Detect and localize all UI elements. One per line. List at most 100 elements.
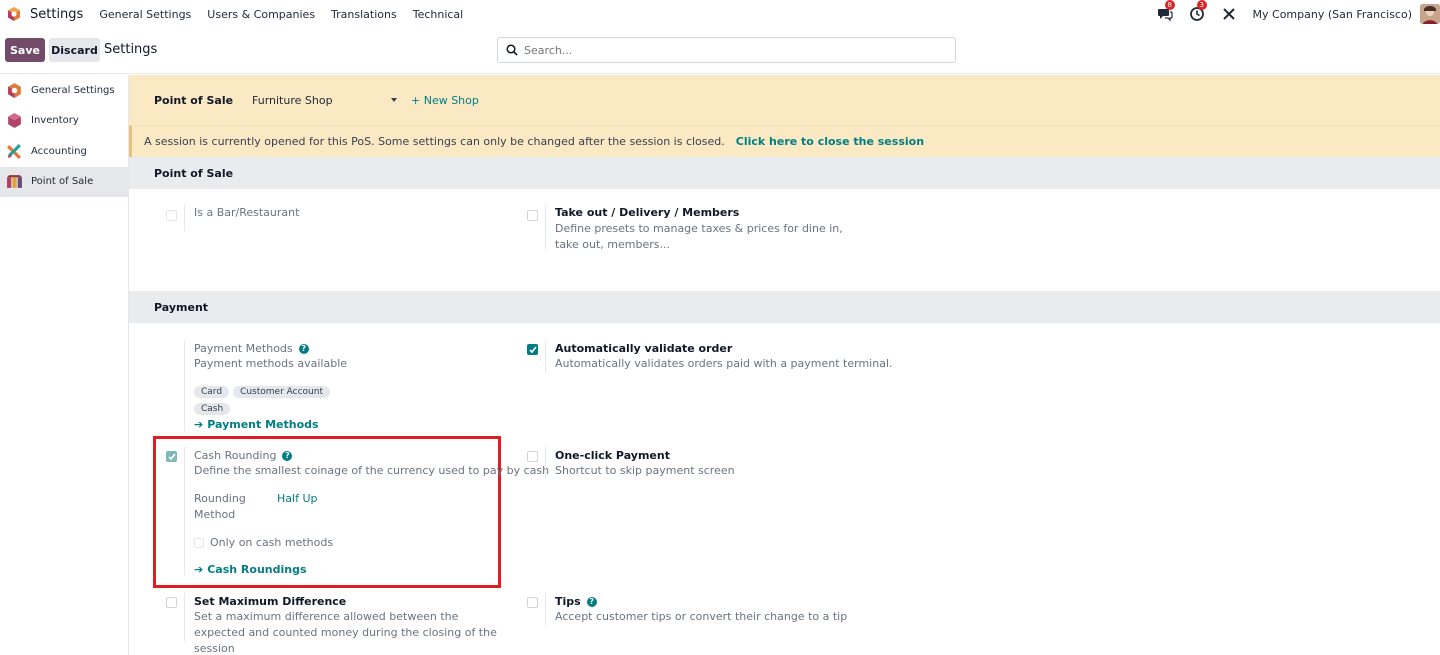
divider — [184, 593, 185, 641]
tag-card[interactable]: Card — [194, 386, 230, 398]
help-icon[interactable]: ? — [298, 344, 309, 354]
help-icon[interactable]: ? — [282, 451, 293, 461]
takeout-checkbox[interactable] — [527, 210, 538, 221]
search-input[interactable] — [524, 43, 944, 57]
setting-description: Define presets to manage taxes & prices … — [555, 222, 843, 251]
setting-title: Automatically validate order — [555, 342, 733, 355]
sidebar-item-label: Inventory — [31, 115, 79, 127]
pos-settings-grid: Is a Bar/Restaurant Take out / Delivery … — [129, 189, 1440, 291]
menu-general-settings[interactable]: General Settings — [99, 8, 191, 21]
rounding-method-label: Rounding Method — [194, 491, 246, 523]
max-difference-checkbox[interactable] — [166, 597, 177, 608]
arrow-right-icon: ➔ — [194, 563, 204, 576]
discard-button[interactable]: Discard — [49, 38, 100, 62]
setting-auto-validate: Automatically validate order Automatical… — [555, 342, 955, 372]
inventory-icon — [8, 113, 21, 129]
setting-bar-restaurant: Is a Bar/Restaurant — [194, 206, 299, 219]
session-notice-text: A session is currently opened for this P… — [144, 135, 725, 148]
setting-description: Payment methods available — [194, 357, 348, 370]
tips-title: Tips — [555, 595, 581, 608]
rounding-method-row: Rounding Method Half Up — [194, 491, 504, 523]
menu-technical[interactable]: Technical — [413, 8, 464, 21]
accounting-icon — [6, 143, 21, 159]
rounding-method-label-line1: Rounding — [194, 492, 246, 505]
divider — [545, 593, 546, 625]
save-button[interactable]: Save — [5, 38, 45, 62]
cash-rounding-checkbox[interactable] — [166, 451, 177, 462]
caret-down-icon — [391, 97, 397, 102]
setting-payment-methods: Payment Methods? Payment methods availab… — [194, 342, 514, 431]
payment-methods-link-label: Payment Methods — [207, 418, 319, 431]
sidebar-item-general-settings[interactable]: General Settings — [0, 75, 128, 105]
cash-roundings-link-label: Cash Roundings — [207, 563, 307, 576]
divider — [184, 447, 185, 575]
setting-title: Is a Bar/Restaurant — [194, 206, 300, 219]
setting-description: Automatically validates orders paid with… — [555, 357, 893, 370]
setting-description: Shortcut to skip payment screen — [555, 464, 735, 477]
section-payment: Payment — [129, 291, 1440, 323]
page-title: Settings — [104, 42, 158, 57]
odoo-logo-icon — [8, 82, 21, 98]
payment-settings-grid: Payment Methods? Payment methods availab… — [129, 323, 1440, 655]
tools-icon — [1222, 8, 1235, 20]
sidebar-item-point-of-sale[interactable]: Point of Sale — [0, 166, 128, 197]
close-session-link[interactable]: Click here to close the session — [736, 135, 924, 148]
tips-checkbox[interactable] — [527, 597, 538, 608]
only-cash-checkbox[interactable] — [194, 538, 204, 548]
payment-methods-link[interactable]: ➔ Payment Methods — [194, 418, 514, 431]
help-icon[interactable]: ? — [586, 597, 597, 607]
rounding-method-label-line2: Method — [194, 508, 236, 521]
tag-customer-account[interactable]: Customer Account — [233, 386, 330, 398]
rounding-method-value[interactable]: Half Up — [277, 491, 317, 507]
check-icon — [168, 453, 176, 461]
menu-users-companies[interactable]: Users & Companies — [207, 8, 315, 21]
user-avatar[interactable] — [1420, 4, 1440, 24]
one-click-checkbox[interactable] — [527, 451, 538, 462]
setting-tips: Tips? Accept customer tips or convert th… — [555, 595, 875, 625]
search-bar[interactable] — [497, 37, 956, 63]
arrow-right-icon: ➔ — [194, 418, 204, 431]
menu-translations[interactable]: Translations — [331, 8, 397, 21]
setting-one-click: One-click Payment Shortcut to skip payme… — [555, 449, 855, 479]
setting-cash-rounding: Cash Rounding? Define the smallest coina… — [194, 449, 550, 576]
payment-method-tags-row2: Cash — [194, 401, 514, 415]
company-switcher[interactable]: My Company (San Francisco) — [1253, 8, 1412, 21]
new-shop-link[interactable]: + New Shop — [411, 94, 479, 107]
shop-select[interactable]: Furniture Shop — [252, 94, 397, 107]
avatar-image-icon — [1420, 4, 1440, 24]
check-icon — [529, 346, 537, 354]
setting-description: Accept customer tips or convert their ch… — [555, 610, 848, 623]
divider — [545, 341, 546, 373]
cash-roundings-link[interactable]: ➔ Cash Roundings — [194, 563, 504, 576]
setting-title: One-click Payment — [555, 449, 670, 462]
sidebar-item-label: Point of Sale — [31, 176, 94, 188]
only-cash-row: Only on cash methods — [194, 535, 504, 551]
sidebar-item-accounting[interactable]: Accounting — [0, 136, 128, 166]
payment-method-tags: Card Customer Account — [194, 384, 334, 398]
debug-tools-button[interactable] — [1221, 6, 1237, 22]
setting-description: Define the smallest coinage of the curre… — [194, 464, 550, 477]
sidebar-item-label: General Settings — [31, 84, 115, 96]
activity-button[interactable]: 3 — [1189, 0, 1207, 22]
search-icon — [506, 44, 518, 56]
divider — [184, 341, 185, 431]
setting-title: Cash Rounding? — [194, 449, 504, 462]
setting-max-difference: Set Maximum Difference Set a maximum dif… — [194, 595, 504, 655]
control-panel: Save Discard Settings — [0, 28, 1440, 74]
auto-validate-checkbox[interactable] — [527, 344, 538, 355]
odoo-logo-icon[interactable] — [6, 6, 22, 22]
session-notice: A session is currently opened for this P… — [129, 125, 1440, 157]
divider — [184, 205, 185, 231]
sidebar-item-inventory[interactable]: Inventory — [0, 106, 128, 136]
messages-button[interactable]: 8 — [1157, 0, 1175, 22]
settings-main: Point of Sale Furniture Shop + New Shop … — [129, 75, 1440, 655]
setting-title: Set Maximum Difference — [194, 595, 347, 608]
point-of-sale-icon — [7, 175, 22, 189]
bar-restaurant-checkbox[interactable] — [166, 210, 177, 221]
tag-cash[interactable]: Cash — [194, 403, 231, 415]
setting-title: Payment Methods? — [194, 342, 514, 355]
divider — [545, 447, 546, 479]
setting-title: Take out / Delivery / Members — [555, 206, 740, 219]
setting-description: Set a maximum difference allowed between… — [194, 610, 497, 655]
app-title[interactable]: Settings — [30, 7, 83, 22]
